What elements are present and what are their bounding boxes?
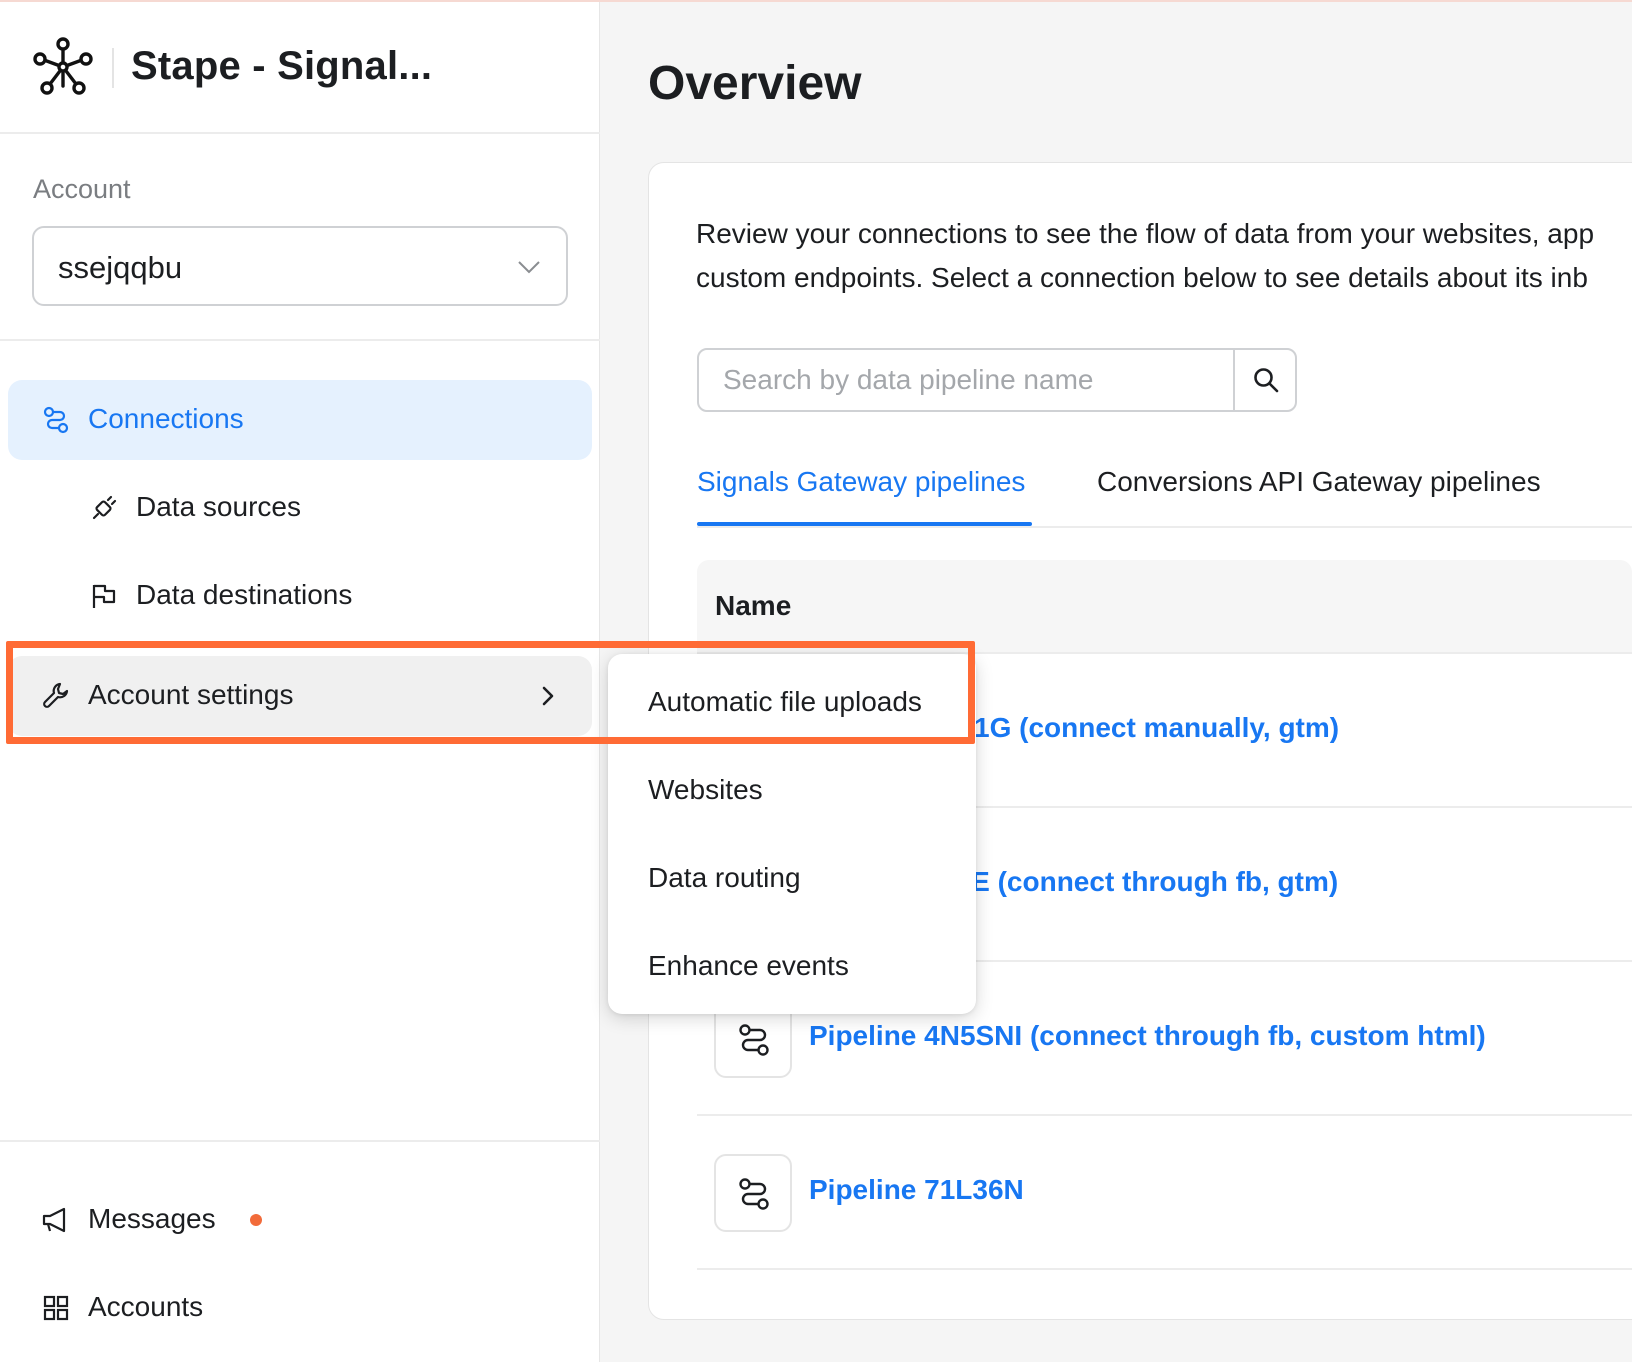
search-icon [1254,368,1279,393]
sidebar-item-label: Data sources [136,491,301,522]
chevron-right-icon [542,686,554,706]
sidebar-item-messages[interactable]: Messages [8,1180,592,1260]
sidebar-item-label: Accounts [88,1291,204,1322]
sidebar-item-data-destinations[interactable]: Data destinations [8,556,592,636]
submenu-item-automatic-file-uploads[interactable]: Automatic file uploads [648,686,922,718]
description-line: Review your connections to see the flow … [696,218,1595,249]
pipeline-link[interactable]: 8JE (connect through fb, gtm) [940,866,1338,898]
account-select-value: ssejqqbu [58,250,183,285]
account-select[interactable]: ssejqqbu [32,226,568,306]
megaphone-icon [42,1207,66,1233]
search-button[interactable] [1233,350,1295,410]
unread-dot [250,1214,262,1226]
wrench-icon [43,682,69,708]
sidebar-item-account-settings[interactable]: Account settings [8,656,592,736]
pipeline-icon-box [714,1154,792,1232]
tab-conversions-api-gateway[interactable]: Conversions API Gateway pipelines [1097,466,1541,498]
pipeline-tabs: Signals Gateway pipelines Conversions AP… [697,460,1632,528]
table-row[interactable]: Pipeline 71L36N [697,1116,1632,1270]
pipeline-link[interactable]: Pipeline 4N5SNI (connect through fb, cus… [809,1020,1486,1052]
sidebar-item-label: Messages [88,1203,216,1234]
submenu-item-websites[interactable]: Websites [648,774,763,806]
pipeline-link[interactable]: Pipeline 71L36N [809,1174,1024,1206]
network-logo-icon[interactable] [32,36,94,98]
page-title: Overview [648,57,862,110]
sidebar-item-label: Connections [88,403,244,434]
tab-signals-gateway[interactable]: Signals Gateway pipelines [697,466,1025,498]
pipeline-icon [739,1178,769,1210]
submenu-item-enhance-events[interactable]: Enhance events [648,950,849,982]
account-settings-submenu: Automatic file uploads Websites Data rou… [608,654,976,1014]
brand-title[interactable]: Stape - Signal... [131,44,432,89]
plug-icon [92,495,117,520]
overview-description: Review your connections to see the flow … [696,212,1632,300]
active-tab-indicator [697,522,1032,526]
account-label: Account [33,174,131,204]
submenu-item-data-routing[interactable]: Data routing [648,862,801,894]
pipeline-search [697,348,1297,412]
column-header-name[interactable]: Name [715,590,791,622]
pipeline-link[interactable]: CO1G (connect manually, gtm) [932,712,1339,744]
flag-icon [92,584,116,608]
brand-separator [112,48,114,88]
sidebar-divider [0,1140,600,1142]
search-input[interactable] [699,350,1233,410]
sidebar-item-data-sources[interactable]: Data sources [8,468,592,548]
grid-icon [43,1295,69,1321]
sidebar-item-label: Data destinations [136,579,353,610]
sidebar-item-accounts[interactable]: Accounts [8,1268,592,1348]
brand-header: Stape - Signal... [0,2,600,134]
sidebar-item-connections[interactable]: Connections [8,380,592,460]
pipeline-icon [739,1024,769,1056]
description-line: custom endpoints. Select a connection be… [696,262,1588,293]
sidebar: Stape - Signal... Account ssejqqbu Conne… [0,2,600,1362]
sidebar-divider [0,339,600,341]
connections-icon [43,406,69,434]
sidebar-item-label: Account settings [88,679,294,710]
chevron-down-icon [518,261,540,274]
table-header: Name [697,560,1632,654]
